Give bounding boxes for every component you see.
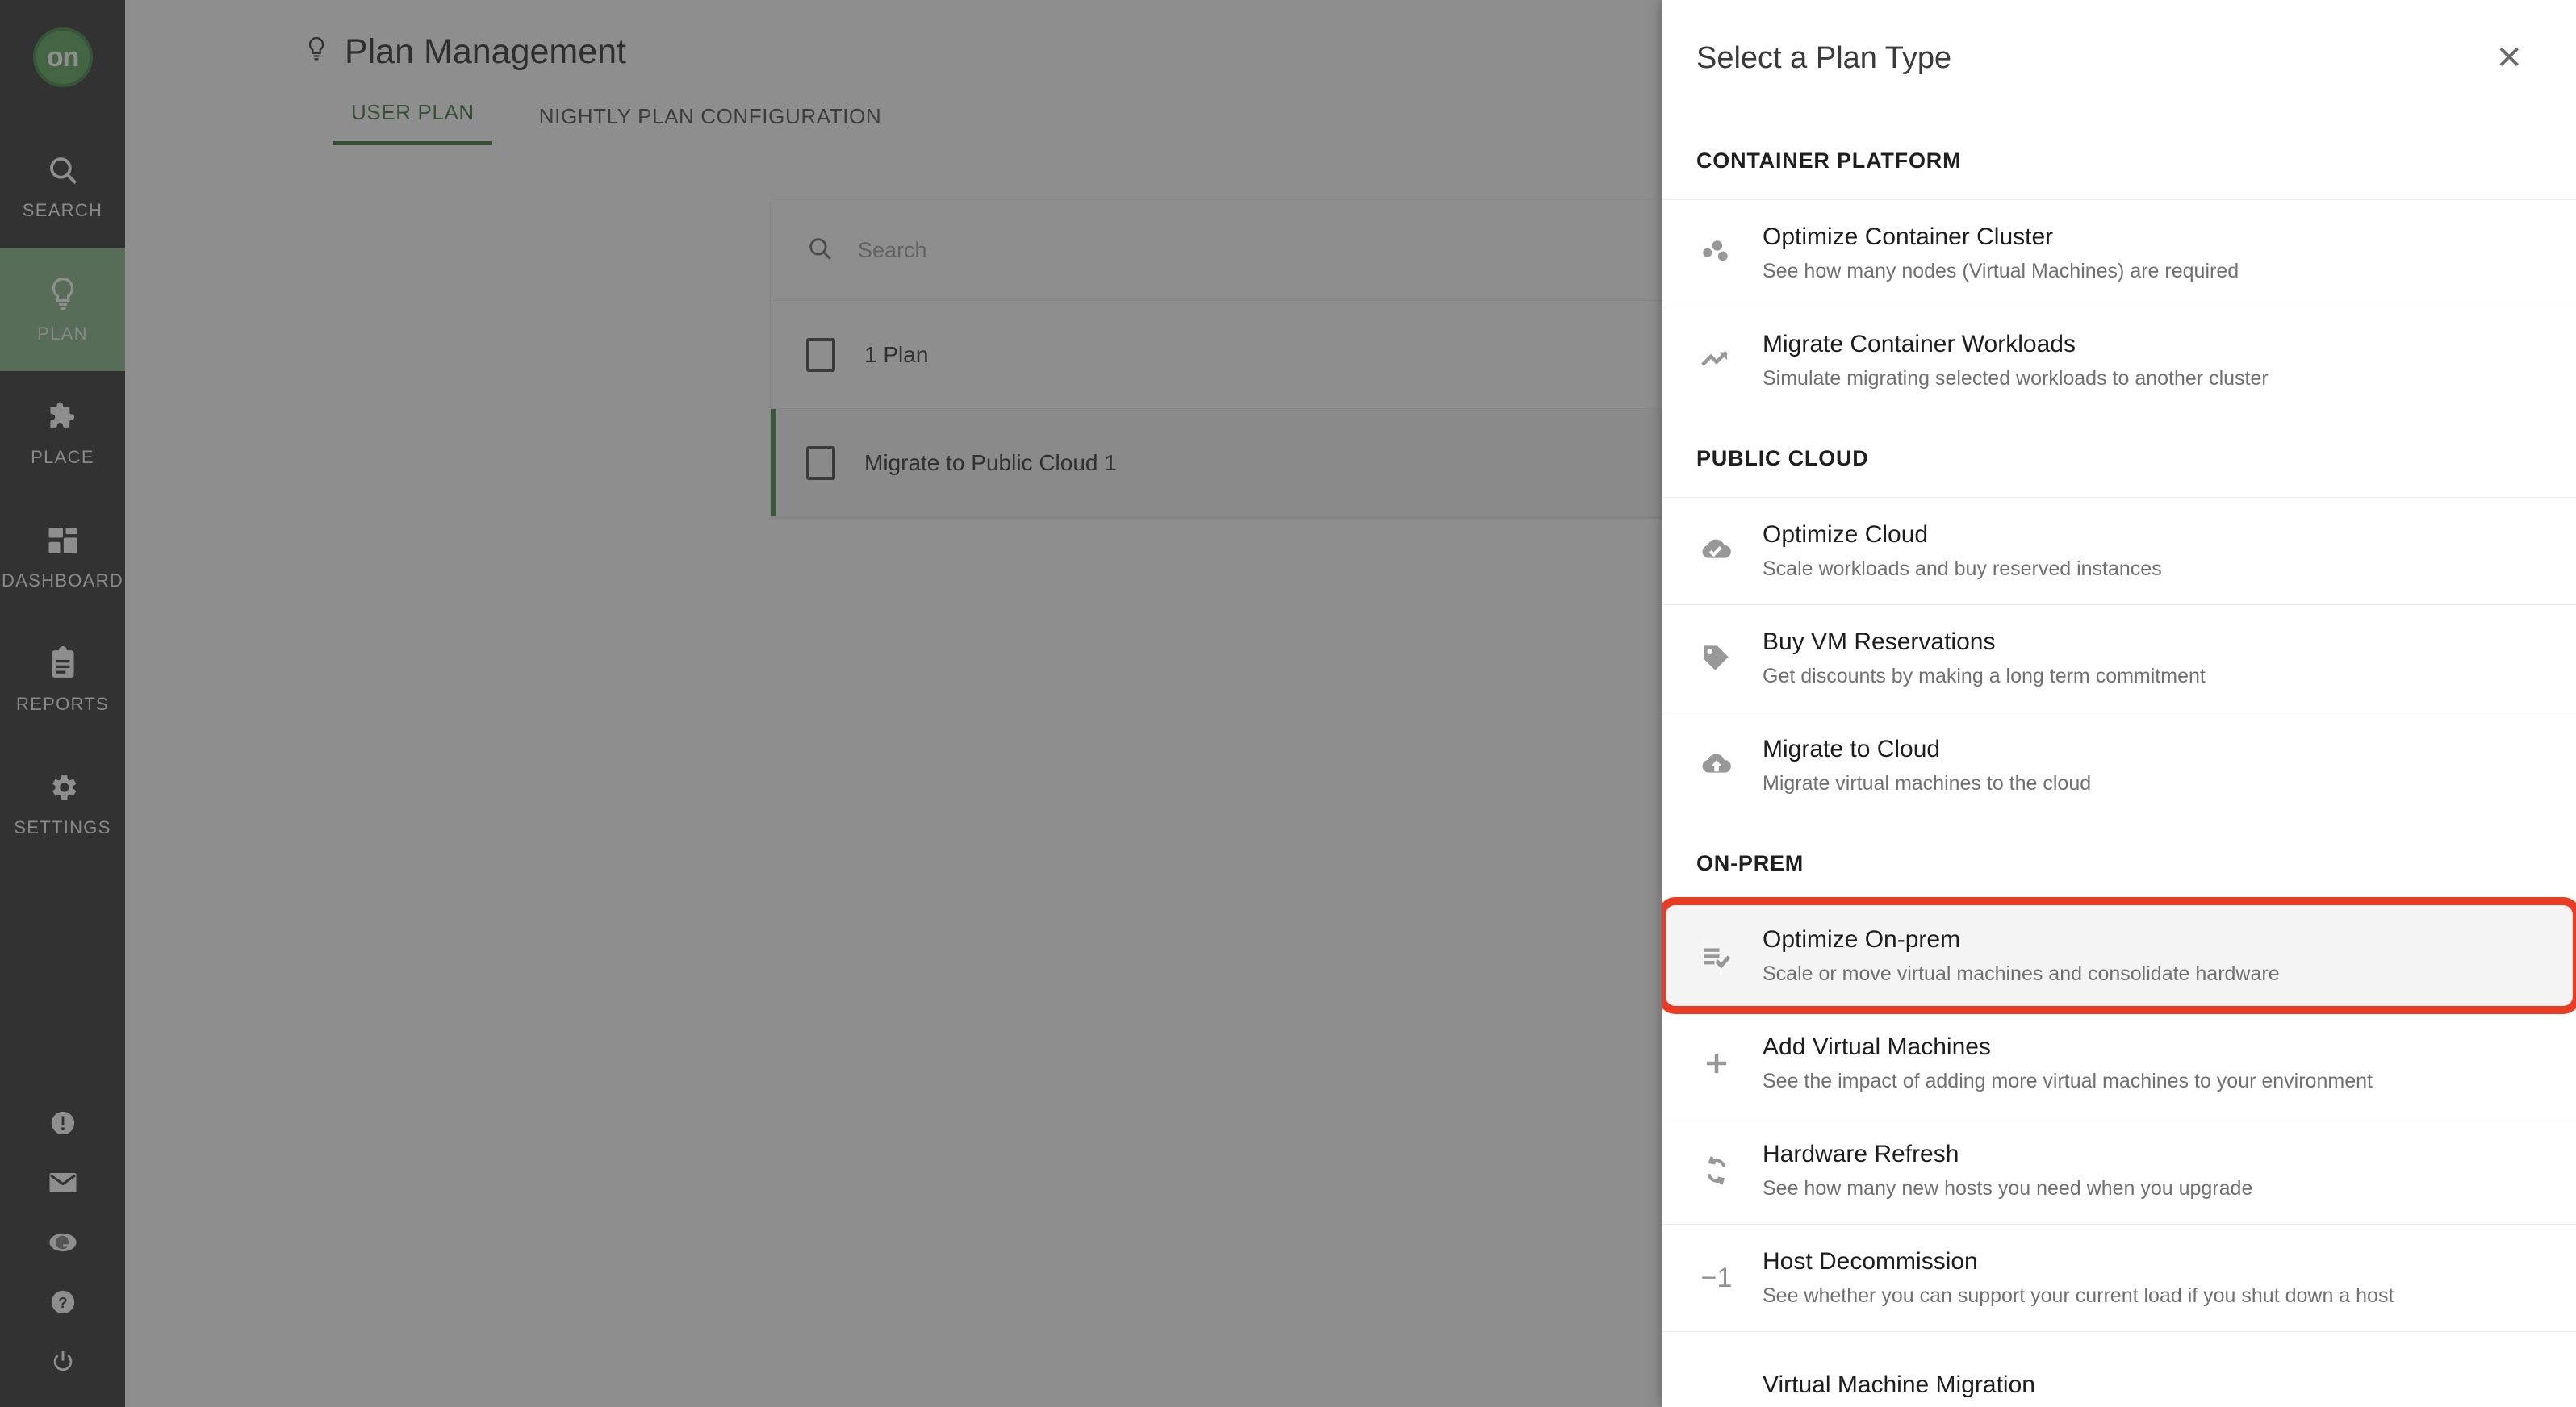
app-root: on SEARCH PLAN	[0, 0, 2576, 1407]
option-description: Get discounts by making a long term comm…	[1763, 665, 2206, 687]
plan-type-option-optimize-container-cluster[interactable]: Optimize Container Cluster See how many …	[1662, 199, 2576, 307]
option-name: Buy VM Reservations	[1763, 628, 1996, 655]
plan-type-option-host-decommission[interactable]: −1 Host Decommission See whether you can…	[1662, 1224, 2576, 1331]
option-description: See how many new hosts you need when you…	[1763, 1177, 2253, 1200]
section-heading-container-platform: CONTAINER PLATFORM	[1696, 148, 1962, 173]
option-name: Optimize Cloud	[1763, 521, 1929, 548]
plan-type-option-optimize-on-prem[interactable]: Optimize On-prem Scale or move virtual m…	[1662, 897, 2576, 1014]
option-name: Virtual Machine Migration	[1763, 1372, 2035, 1398]
refresh-cycle-icon	[1690, 1150, 1743, 1192]
list-check-icon	[1690, 935, 1743, 977]
select-plan-type-panel: Select a Plan Type ✕ CONTAINER PLATFORM …	[1662, 0, 2576, 1407]
option-name: Host Decommission	[1763, 1248, 1978, 1275]
option-description: See how many nodes (Virtual Machines) ar…	[1763, 260, 2239, 282]
cloud-upload-icon	[1690, 745, 1743, 787]
option-description: Migrate virtual machines to the cloud	[1763, 772, 2092, 795]
option-description: See the impact of adding more virtual ma…	[1763, 1070, 2373, 1092]
close-icon[interactable]: ✕	[2495, 42, 2523, 74]
option-description: Scale or move virtual machines and conso…	[1763, 962, 2280, 985]
cloud-check-icon	[1690, 530, 1743, 572]
option-description: See whether you can support your current…	[1763, 1284, 2394, 1307]
option-name: Add Virtual Machines	[1763, 1033, 1991, 1060]
panel-title: Select a Plan Type	[1696, 40, 1952, 75]
modal-scrim[interactable]	[0, 0, 1662, 1407]
option-name: Migrate Container Workloads	[1763, 331, 2076, 357]
plan-type-list: CONTAINER PLATFORM Optimize Container Cl…	[1662, 116, 2576, 1407]
option-description: Scale workloads and buy reserved instanc…	[1763, 557, 2162, 580]
option-name: Optimize Container Cluster	[1763, 223, 2054, 250]
plan-type-option-buy-vm-reservations[interactable]: Buy VM Reservations Get discounts by mak…	[1662, 604, 2576, 712]
trending-up-icon	[1690, 340, 1743, 382]
plus-icon	[1690, 1042, 1743, 1084]
option-name: Hardware Refresh	[1763, 1141, 1959, 1167]
panel-header: Select a Plan Type ✕	[1662, 0, 2576, 116]
plan-type-option-add-virtual-machines[interactable]: Add Virtual Machines See the impact of a…	[1662, 1009, 2576, 1117]
plan-type-option-optimize-cloud[interactable]: Optimize Cloud Scale workloads and buy r…	[1662, 497, 2576, 604]
option-name: Optimize On-prem	[1763, 926, 1961, 953]
option-name: Migrate to Cloud	[1763, 736, 1941, 762]
plan-type-option-migrate-to-cloud[interactable]: Migrate to Cloud Migrate virtual machine…	[1662, 712, 2576, 819]
section-heading-public-cloud: PUBLIC CLOUD	[1696, 446, 1869, 470]
plan-type-option-hardware-refresh[interactable]: Hardware Refresh See how many new hosts …	[1662, 1117, 2576, 1224]
section-heading-on-prem: ON-PREM	[1696, 851, 1804, 875]
three-dots-cluster-icon	[1690, 232, 1743, 274]
plan-type-option-virtual-machine-migration[interactable]: Virtual Machine Migration	[1662, 1331, 2576, 1407]
price-tag-icon	[1690, 637, 1743, 679]
option-description: Simulate migrating selected workloads to…	[1763, 367, 2269, 390]
minus-one-icon: −1	[1700, 1262, 1733, 1293]
plan-type-option-migrate-container-workloads[interactable]: Migrate Container Workloads Simulate mig…	[1662, 307, 2576, 414]
